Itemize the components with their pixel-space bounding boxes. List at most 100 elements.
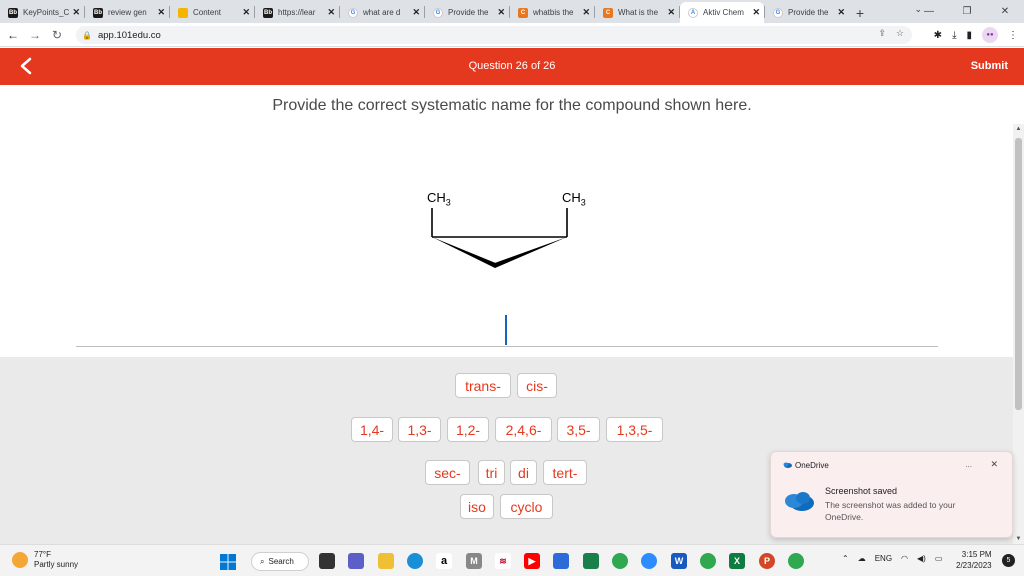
tray-chevron-icon[interactable]: ⌃: [842, 554, 849, 563]
language-indicator[interactable]: ENG: [875, 554, 892, 563]
answer-tile[interactable]: trans-: [455, 373, 511, 398]
browser-tab[interactable]: A Aktiv Chem ✕: [680, 2, 764, 23]
tab-close-icon[interactable]: ✕: [72, 7, 80, 18]
tab-close-icon[interactable]: ✕: [327, 7, 335, 18]
browser-tab-label: Aktiv Chem: [703, 8, 744, 17]
answer-tile[interactable]: 2,4,6-: [495, 417, 552, 442]
tab-close-icon[interactable]: ✕: [412, 7, 420, 18]
lock-icon: 🔒: [82, 30, 92, 40]
tab-close-icon[interactable]: ✕: [667, 7, 675, 18]
edge-icon[interactable]: [407, 553, 423, 569]
window-controls: — ❐ ✕: [910, 0, 1024, 23]
notification-badge[interactable]: 5: [1002, 554, 1015, 567]
browser-tab[interactable]: C What is the ✕: [595, 2, 679, 23]
weather-widget[interactable]: 77°F Partly sunny: [12, 550, 78, 570]
weather-condition: Partly sunny: [34, 560, 79, 569]
zoom-icon[interactable]: [641, 553, 657, 569]
answer-cursor[interactable]: [505, 315, 507, 345]
answer-tile[interactable]: cis-: [517, 373, 557, 398]
google-icon: G: [773, 7, 783, 18]
browser-tab[interactable]: Gwhat are d ✕: [340, 2, 424, 23]
calendar-icon[interactable]: [583, 553, 599, 569]
url-input[interactable]: 🔒 app.101edu.co ⇪ ☆: [76, 26, 912, 44]
answer-tile[interactable]: tri: [478, 460, 505, 485]
browser-tab[interactable]: Cwhatbis the ✕: [510, 2, 594, 23]
answer-tile[interactable]: 1,3,5-: [606, 417, 663, 442]
browser-tab[interactable]: Bb https://lear ✕: [255, 2, 339, 23]
amazon-icon[interactable]: a: [436, 553, 452, 569]
file-explorer-icon[interactable]: [378, 553, 394, 569]
share-icon[interactable]: ⇪: [878, 28, 886, 39]
content-icon: [178, 7, 188, 18]
onedrive-cloud-icon: [785, 492, 814, 511]
google-icon: G: [348, 7, 358, 18]
answer-tile[interactable]: tert-: [543, 460, 587, 485]
battery-icon[interactable]: ▭: [935, 554, 943, 563]
taskbar-search-label: Search: [268, 557, 294, 566]
app-icon[interactable]: [553, 553, 569, 569]
chrome-profile-icon[interactable]: [700, 553, 716, 569]
mcafee-icon[interactable]: M: [466, 553, 482, 569]
browser-tab[interactable]: G Provide the ✕: [765, 2, 849, 23]
scroll-down-icon[interactable]: ▼: [1013, 534, 1024, 544]
scroll-up-icon[interactable]: ▲: [1013, 124, 1024, 134]
tab-close-icon[interactable]: ✕: [157, 7, 165, 18]
clock-date: 2/23/2023: [956, 561, 992, 570]
profile-avatar[interactable]: ●●: [982, 27, 998, 43]
browser-tab[interactable]: Bb review gen ✕: [85, 2, 169, 23]
aktiv-icon: A: [688, 7, 698, 18]
restore-icon[interactable]: ❐: [948, 0, 986, 23]
tab-close-icon[interactable]: ✕: [242, 7, 250, 18]
task-view-icon[interactable]: [319, 553, 335, 569]
back-arrow-icon[interactable]: ←: [2, 24, 24, 46]
new-tab-button[interactable]: +: [849, 2, 871, 23]
word-icon[interactable]: W: [671, 553, 687, 569]
tab-close-icon[interactable]: ✕: [497, 7, 505, 18]
browser-tab[interactable]: Content ✕: [170, 2, 254, 23]
excel-icon[interactable]: X: [729, 553, 745, 569]
browser-tab[interactable]: G Provide the ✕: [425, 2, 509, 23]
tab-close-icon[interactable]: ✕: [837, 7, 845, 18]
tab-close-icon[interactable]: ✕: [752, 7, 760, 18]
notification-more-icon[interactable]: ...: [965, 460, 972, 469]
sidepanel-icon[interactable]: ▮: [966, 30, 972, 41]
browser-tab[interactable]: Bb KeyPoints_C ✕: [0, 2, 84, 23]
answer-tile[interactable]: di: [510, 460, 537, 485]
onedrive-tray-icon[interactable]: ☁: [858, 554, 866, 563]
answer-tile[interactable]: cyclo: [500, 494, 553, 519]
page-scrollbar[interactable]: ▲ ▼: [1013, 124, 1024, 544]
answer-tile[interactable]: 1,2-: [447, 417, 489, 442]
minimize-icon[interactable]: —: [910, 0, 948, 23]
clock-time: 3:15 PM: [961, 550, 992, 559]
download-icon[interactable]: ⤓: [952, 30, 956, 41]
teams-chat-icon[interactable]: [348, 553, 364, 569]
extensions-icon[interactable]: ✱: [934, 30, 942, 41]
answer-tile[interactable]: 1,4-: [351, 417, 393, 442]
answer-tile[interactable]: 3,5-: [557, 417, 600, 442]
wifi-icon[interactable]: ◠: [901, 554, 908, 563]
menu-kebab-icon[interactable]: ⋮: [1008, 30, 1018, 41]
bank-of-america-icon[interactable]: ≋: [495, 553, 511, 569]
youtube-icon[interactable]: ▶: [524, 553, 540, 569]
bookmark-star-icon[interactable]: ☆: [896, 28, 904, 39]
blackboard-icon: Bb: [93, 7, 103, 18]
taskbar-clock[interactable]: 3:15 PM 2/23/2023: [956, 549, 992, 571]
answer-tile[interactable]: sec-: [425, 460, 470, 485]
notification-close-icon[interactable]: ✕: [990, 459, 998, 470]
windows-start-icon[interactable]: [220, 554, 236, 570]
chrome-profile-2-icon[interactable]: [788, 553, 804, 569]
scrollbar-thumb[interactable]: [1015, 138, 1022, 410]
chrome-icon[interactable]: [612, 553, 628, 569]
onedrive-small-icon: [783, 462, 792, 468]
submit-button[interactable]: Submit: [971, 60, 1008, 72]
volume-icon[interactable]: ◀): [917, 554, 926, 563]
answer-tile[interactable]: iso: [460, 494, 494, 519]
forward-arrow-icon[interactable]: →: [24, 24, 46, 46]
close-window-icon[interactable]: ✕: [986, 0, 1024, 23]
answer-tile[interactable]: 1,3-: [398, 417, 441, 442]
powerpoint-icon[interactable]: P: [759, 553, 775, 569]
reload-icon[interactable]: ↻: [46, 24, 68, 46]
tab-close-icon[interactable]: ✕: [582, 7, 590, 18]
onedrive-notification[interactable]: OneDrive ... ✕ Screenshot saved The scre…: [770, 451, 1013, 538]
taskbar-search[interactable]: ⌕ Search: [251, 552, 309, 571]
